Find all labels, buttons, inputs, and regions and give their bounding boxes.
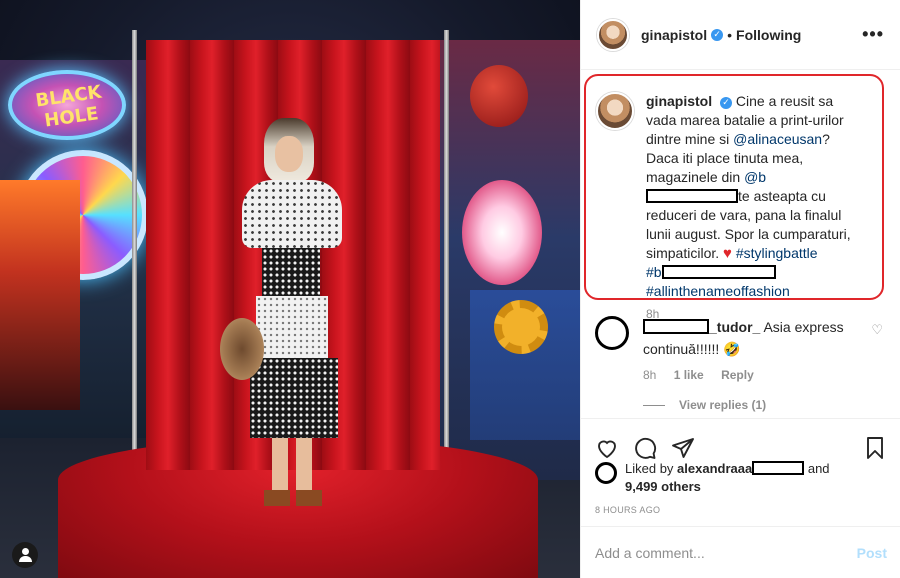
caption-avatar[interactable] bbox=[596, 92, 634, 130]
bookmark-icon[interactable] bbox=[863, 436, 887, 460]
heart-icon[interactable] bbox=[595, 436, 619, 460]
polka-dot-blouse bbox=[242, 180, 342, 248]
comment-row: _tudor_ Asia express continuă!!!!!! 🤣 bbox=[595, 316, 891, 360]
model-figure bbox=[220, 118, 352, 518]
post-header: ginapistol ✓ • Following ••• bbox=[581, 0, 900, 70]
post-timestamp[interactable]: 8 HOURS AGO bbox=[595, 505, 660, 515]
hashtag-store[interactable]: #b bbox=[646, 264, 662, 280]
commenter-username[interactable]: _tudor_ bbox=[709, 319, 760, 335]
straw-hat bbox=[220, 318, 264, 380]
profile-user-icon[interactable] bbox=[12, 542, 38, 568]
caption-highlight: ginapistol ✓ Cine a reusit sa vada marea… bbox=[584, 74, 884, 321]
following-button[interactable]: Following bbox=[736, 27, 801, 43]
likes-text: Liked by alexandraaa and 9,499 others bbox=[625, 460, 830, 496]
view-replies-button[interactable]: View replies (1) bbox=[643, 398, 891, 412]
commenter-avatar[interactable] bbox=[595, 316, 629, 350]
likes-and: and bbox=[807, 461, 830, 476]
red-lamp bbox=[470, 65, 528, 127]
redacted-box bbox=[661, 265, 776, 279]
skirt-tier-1 bbox=[262, 248, 320, 296]
author-avatar[interactable] bbox=[597, 18, 629, 51]
mention-alinaceusan[interactable]: @alinaceusan bbox=[733, 131, 822, 147]
light-stand-right bbox=[444, 30, 449, 450]
header-separator: • bbox=[727, 26, 733, 43]
liker-username[interactable]: alexandraaa bbox=[677, 461, 752, 476]
skirt-tier-2 bbox=[256, 296, 328, 358]
view-replies-label: View replies (1) bbox=[679, 398, 767, 412]
likes-summary: Liked by alexandraaa and 9,499 others bbox=[595, 460, 895, 496]
face bbox=[275, 136, 303, 172]
comment-time[interactable]: 8h bbox=[643, 368, 656, 382]
add-comment-input[interactable] bbox=[595, 544, 857, 561]
mention-store[interactable]: @b bbox=[744, 169, 766, 185]
hashtag-stylingbattle[interactable]: #stylingbattle bbox=[736, 245, 818, 261]
sandals bbox=[264, 490, 322, 506]
caption-row: ginapistol ✓ Cine a reusit sa vada marea… bbox=[596, 92, 870, 301]
liked-by-prefix: Liked by bbox=[625, 461, 674, 476]
arcade-wheel-right bbox=[462, 180, 542, 285]
comment-icon[interactable] bbox=[633, 436, 657, 460]
skirt-tier-3 bbox=[250, 358, 338, 438]
likes-others[interactable]: 9,499 others bbox=[625, 479, 701, 494]
replies-line bbox=[643, 404, 665, 406]
caption-username[interactable]: ginapistol bbox=[646, 93, 712, 109]
legs bbox=[272, 438, 312, 498]
hashtag-allinthenameoffashion[interactable]: #allinthenameoffashion bbox=[646, 283, 790, 299]
light-stand-left bbox=[132, 30, 137, 450]
redacted-box bbox=[646, 189, 738, 203]
verified-badge-icon: ✓ bbox=[720, 97, 733, 109]
liker-avatar[interactable] bbox=[595, 462, 617, 484]
user-icon-body bbox=[18, 556, 32, 562]
more-options-icon[interactable]: ••• bbox=[862, 24, 884, 45]
action-bar bbox=[581, 418, 900, 464]
post-comment-button[interactable]: Post bbox=[857, 545, 887, 561]
arcade-cabinet-left bbox=[0, 180, 80, 410]
gear-decoration bbox=[494, 300, 548, 354]
author-username[interactable]: ginapistol bbox=[641, 27, 707, 43]
redacted-box bbox=[643, 319, 709, 334]
redacted-box bbox=[752, 461, 805, 475]
post-photo[interactable]: BLACK HOLE bbox=[0, 0, 580, 578]
red-heart-icon: ♥ bbox=[723, 245, 732, 262]
post-side-panel: ginapistol ✓ • Following ••• ginapistol … bbox=[580, 0, 900, 578]
comment-bar: Post bbox=[581, 526, 900, 578]
share-icon[interactable] bbox=[671, 436, 695, 460]
comment-item: _tudor_ Asia express continuă!!!!!! 🤣 ♡ … bbox=[595, 316, 891, 412]
comment-meta: 8h 1 like Reply bbox=[643, 368, 891, 382]
comment-text: _tudor_ Asia express continuă!!!!!! 🤣 bbox=[643, 316, 853, 360]
caption-text: ginapistol ✓ Cine a reusit sa vada marea… bbox=[646, 92, 856, 301]
comment-likes[interactable]: 1 like bbox=[674, 368, 704, 382]
reply-button[interactable]: Reply bbox=[721, 368, 754, 382]
verified-badge-icon: ✓ bbox=[711, 28, 724, 41]
user-icon-head bbox=[21, 548, 29, 555]
comment-like-heart-icon[interactable]: ♡ bbox=[871, 322, 883, 338]
